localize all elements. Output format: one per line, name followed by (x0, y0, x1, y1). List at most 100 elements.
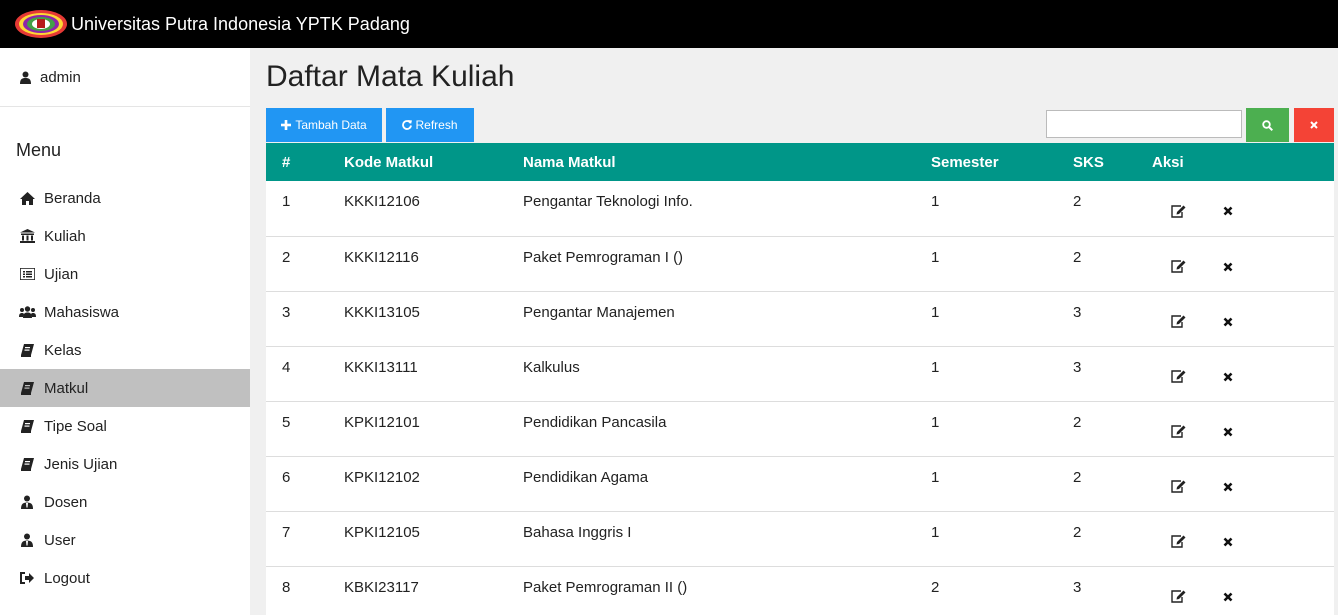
sks-cell: 2 (1073, 523, 1082, 541)
user-tie-icon (18, 533, 36, 547)
sidebar-item-beranda[interactable]: Beranda (0, 179, 250, 217)
table-row: 3 KKKI13105 Pengantar Manajemen 1 3 (266, 291, 1334, 346)
sks-cell: 2 (1073, 413, 1082, 431)
kode-matkul-cell: KPKI12102 (344, 468, 420, 486)
edit-icon[interactable] (1168, 587, 1188, 607)
semester-cell: 1 (931, 413, 940, 431)
edit-icon[interactable] (1168, 477, 1188, 497)
sidebar-item-label: Jenis Ujian (44, 455, 118, 473)
refresh-button[interactable]: Refresh (386, 108, 474, 142)
kode-matkul-cell: KPKI12105 (344, 523, 420, 541)
delete-icon[interactable] (1218, 257, 1238, 277)
nama-matkul-cell: Bahasa Inggris I (523, 523, 632, 541)
semester-cell: 1 (931, 523, 940, 541)
table-header-row: # Kode Matkul Nama Matkul Semester SKS A… (266, 143, 1334, 181)
clear-search-button[interactable] (1294, 108, 1334, 142)
semester-cell: 1 (931, 248, 940, 266)
sidebar-item-dosen[interactable]: Dosen (0, 483, 250, 521)
sidebar-item-kuliah[interactable]: Kuliah (0, 217, 250, 255)
sidebar-item-label: Kelas (44, 341, 82, 359)
sidebar-item-user[interactable]: User (0, 521, 250, 559)
sidebar: admin Menu Beranda Kuliah Ujian Mahasisw… (0, 48, 250, 615)
plus-icon (281, 120, 292, 130)
delete-icon[interactable] (1218, 532, 1238, 552)
delete-icon[interactable] (1218, 477, 1238, 497)
edit-icon[interactable] (1168, 312, 1188, 332)
menu-heading: Menu (16, 140, 62, 160)
table-row: 5 KPKI12101 Pendidikan Pancasila 1 2 (266, 401, 1334, 456)
top-navbar: Universitas Putra Indonesia YPTK Padang (0, 0, 1338, 48)
kode-matkul-cell: KKKI12116 (344, 248, 419, 266)
main-content: Daftar Mata Kuliah Tambah Data Refresh #… (266, 48, 1334, 615)
kode-matkul-cell: KPKI12101 (344, 413, 420, 431)
bank-icon (18, 229, 36, 243)
row-number: 6 (282, 468, 291, 486)
sidebar-menu: Beranda Kuliah Ujian Mahasiswa Kelas Mat… (0, 179, 250, 597)
row-number: 8 (282, 578, 291, 596)
nama-matkul-cell: Paket Pemrograman II () (523, 578, 688, 596)
sidebar-item-label: User (44, 531, 76, 549)
toolbar: Tambah Data Refresh (266, 108, 1334, 142)
semester-cell: 1 (931, 193, 940, 210)
sidebar-item-label: Beranda (44, 189, 101, 207)
kode-matkul-cell: KKKI13111 (344, 358, 418, 376)
book-icon (18, 381, 36, 395)
edit-icon[interactable] (1168, 532, 1188, 552)
edit-icon[interactable] (1168, 201, 1188, 221)
user-icon (18, 71, 32, 84)
column-header-nama[interactable]: Nama Matkul (523, 143, 931, 181)
page-title: Daftar Mata Kuliah (266, 60, 515, 93)
sidebar-item-jenis-ujian[interactable]: Jenis Ujian (0, 445, 250, 483)
logout-icon (18, 572, 36, 584)
delete-icon[interactable] (1218, 312, 1238, 332)
column-header-sks[interactable]: SKS (1073, 143, 1152, 181)
sidebar-item-kelas[interactable]: Kelas (0, 331, 250, 369)
sidebar-item-ujian[interactable]: Ujian (0, 255, 250, 293)
column-header-number[interactable]: # (266, 143, 344, 181)
sidebar-item-mahasiswa[interactable]: Mahasiswa (0, 293, 250, 331)
delete-icon[interactable] (1218, 587, 1238, 607)
table-row: 1 KKKI12106 Pengantar Teknologi Info. 1 … (266, 181, 1334, 236)
row-number: 5 (282, 413, 291, 431)
sidebar-item-tipe-soal[interactable]: Tipe Soal (0, 407, 250, 445)
row-number: 4 (282, 358, 291, 376)
sks-cell: 3 (1073, 358, 1082, 376)
book-icon (18, 343, 36, 357)
row-number: 7 (282, 523, 291, 541)
close-icon (1310, 121, 1318, 129)
matkul-table: # Kode Matkul Nama Matkul Semester SKS A… (266, 143, 1334, 615)
add-data-label: Tambah Data (295, 118, 367, 132)
sidebar-item-label: Ujian (44, 265, 79, 283)
sidebar-item-label: Dosen (44, 493, 88, 511)
book-icon (18, 457, 36, 471)
username-label: admin (40, 68, 81, 86)
sidebar-item-label: Logout (44, 569, 90, 587)
university-logo[interactable] (14, 9, 68, 39)
semester-cell: 1 (931, 358, 940, 376)
add-data-button[interactable]: Tambah Data (266, 108, 382, 142)
search-button[interactable] (1246, 108, 1289, 142)
sidebar-item-matkul[interactable]: Matkul (0, 369, 250, 407)
edit-icon[interactable] (1168, 367, 1188, 387)
search-input[interactable] (1046, 110, 1242, 138)
delete-icon[interactable] (1218, 201, 1238, 221)
user-tie-icon (18, 495, 36, 509)
kode-matkul-cell: KBKI23117 (344, 578, 419, 596)
refresh-label: Refresh (415, 118, 458, 132)
refresh-icon (402, 120, 413, 130)
app-title[interactable]: Universitas Putra Indonesia YPTK Padang (71, 14, 410, 35)
sks-cell: 2 (1073, 193, 1082, 210)
table-row: 6 KPKI12102 Pendidikan Agama 1 2 (266, 456, 1334, 511)
column-header-kode[interactable]: Kode Matkul (344, 143, 523, 181)
table-row: 8 KBKI23117 Paket Pemrograman II () 2 3 (266, 566, 1334, 615)
delete-icon[interactable] (1218, 422, 1238, 442)
sks-cell: 3 (1073, 303, 1082, 321)
column-header-semester[interactable]: Semester (931, 143, 1073, 181)
user-profile[interactable]: admin (0, 48, 250, 107)
edit-icon[interactable] (1168, 257, 1188, 277)
row-number: 1 (282, 193, 291, 210)
row-number: 2 (282, 248, 291, 266)
delete-icon[interactable] (1218, 367, 1238, 387)
sidebar-item-logout[interactable]: Logout (0, 559, 250, 597)
edit-icon[interactable] (1168, 422, 1188, 442)
